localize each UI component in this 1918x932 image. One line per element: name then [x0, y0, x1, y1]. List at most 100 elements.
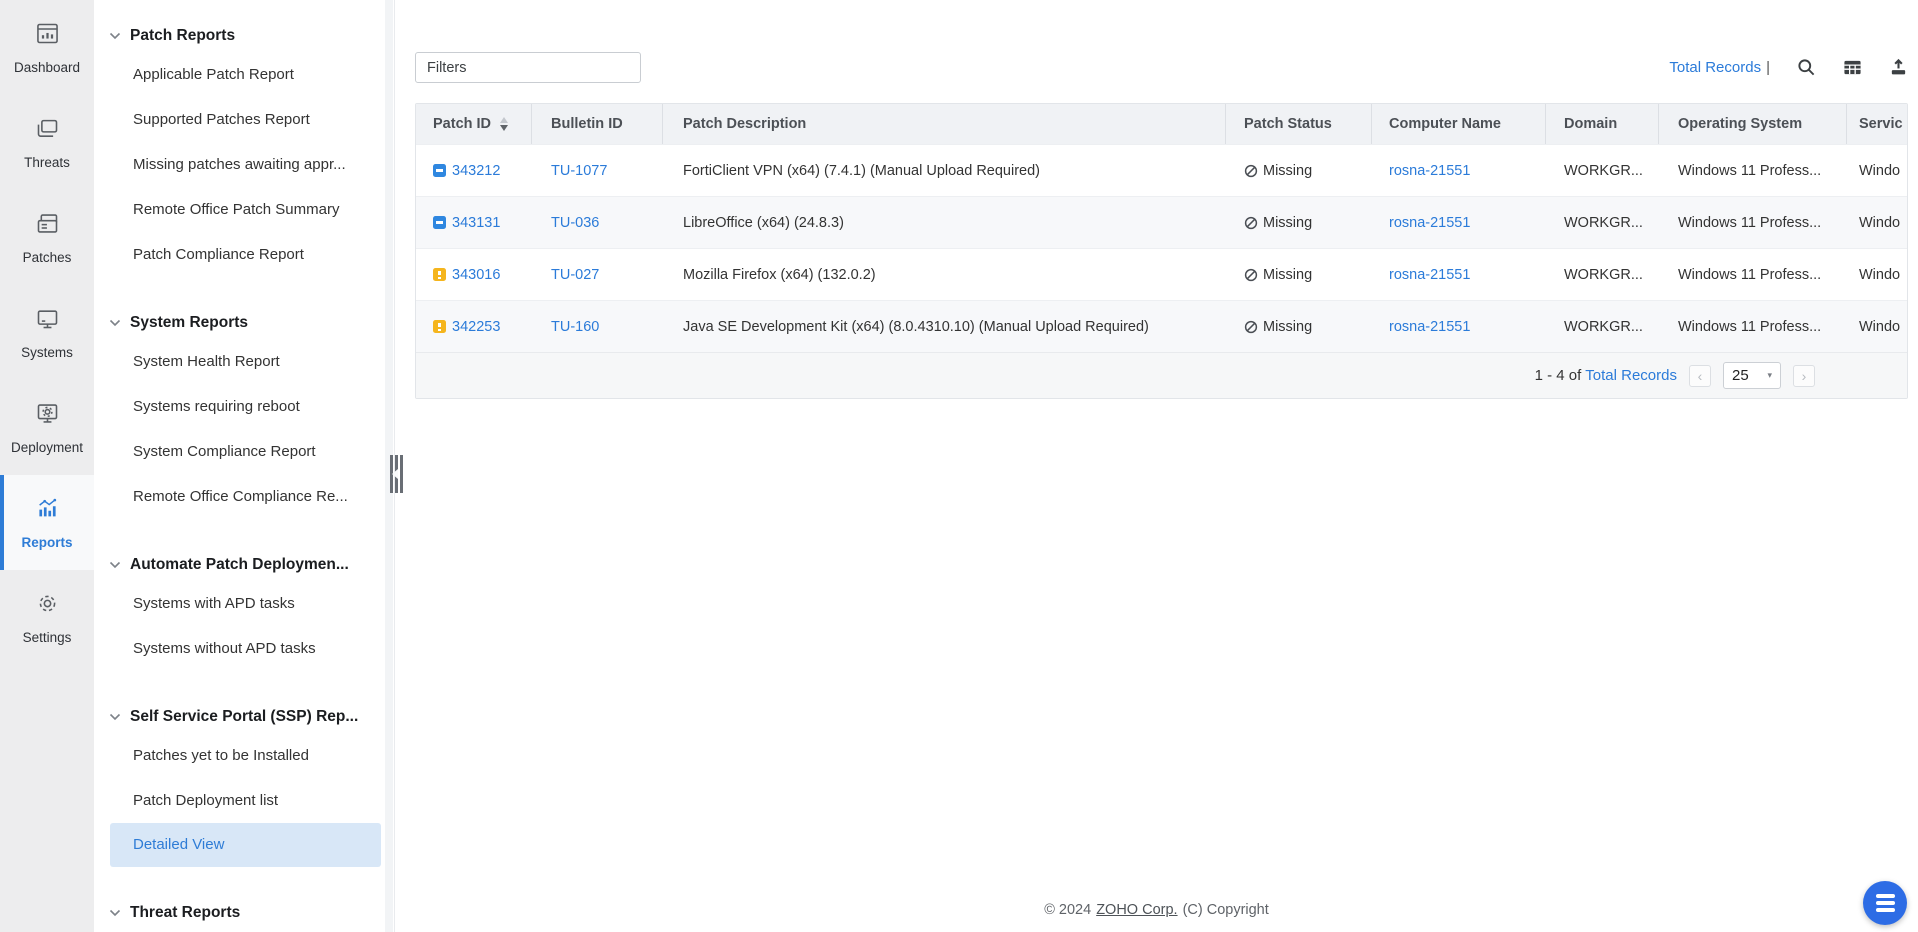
section-title: System Reports: [130, 314, 249, 331]
table-view-icon[interactable]: [1843, 58, 1862, 77]
patch-id-link[interactable]: 343131: [452, 215, 500, 231]
bulletin-id-link[interactable]: TU-160: [551, 319, 599, 335]
rail-item-deployment[interactable]: Deployment: [0, 380, 94, 475]
reports-icon: [34, 495, 61, 527]
operating-system: Windows 11 Profess...: [1678, 266, 1822, 283]
patch-status: Missing: [1263, 266, 1313, 283]
search-icon[interactable]: [1797, 58, 1816, 77]
chevron-down-icon: [109, 708, 121, 726]
rail-item-reports[interactable]: Reports: [0, 475, 94, 570]
service-pack: Windo: [1859, 214, 1901, 231]
rail-item-threats[interactable]: Threats: [0, 95, 94, 190]
export-icon[interactable]: [1889, 58, 1908, 77]
caret-down-icon: ▾: [1767, 370, 1772, 380]
column-header-computer-name[interactable]: Computer Name: [1372, 104, 1546, 144]
column-header-domain[interactable]: Domain: [1546, 104, 1659, 144]
floating-menu-button[interactable]: [1863, 881, 1907, 925]
section-header-ssp-reports[interactable]: Self Service Portal (SSP) Rep...: [94, 701, 394, 733]
sidebar-item-remote-office-patch-summary[interactable]: Remote Office Patch Summary: [94, 187, 394, 232]
computer-name-link[interactable]: rosna-21551: [1389, 163, 1470, 179]
rail-item-label: Dashboard: [13, 60, 81, 75]
sidebar-item-patch-compliance-report[interactable]: Patch Compliance Report: [94, 232, 394, 277]
page-size-value: 25: [1732, 367, 1749, 384]
patch-description: LibreOffice (x64) (24.8.3): [683, 214, 844, 231]
column-header-bulletin-id[interactable]: Bulletin ID: [532, 104, 663, 144]
total-records-count-link[interactable]: Total Records: [1585, 367, 1677, 384]
severity-moderate-icon: [433, 216, 446, 229]
sort-icon[interactable]: [500, 116, 509, 132]
domain: WORKGR...: [1564, 162, 1643, 179]
filters-input[interactable]: [415, 52, 641, 83]
missing-icon: [1244, 164, 1258, 178]
sidebar-resize-handle[interactable]: [390, 455, 404, 493]
reports-sidebar: Patch Reports Applicable Patch Report Su…: [94, 0, 395, 932]
section-header-threat-reports[interactable]: Threat Reports: [94, 897, 394, 929]
service-pack: Windo: [1859, 318, 1901, 335]
sidebar-item-systems-requiring-reboot[interactable]: Systems requiring reboot: [94, 384, 394, 429]
chevron-down-icon: [109, 556, 121, 574]
deployment-icon: [34, 400, 61, 432]
section-threat-reports: Threat Reports Security Configurations R…: [94, 897, 394, 932]
section-header-system-reports[interactable]: System Reports: [94, 307, 394, 339]
sidebar-item-systems-with-apd-tasks[interactable]: Systems with APD tasks: [94, 581, 394, 626]
rail-item-systems[interactable]: Systems: [0, 285, 94, 380]
bulletin-id-link[interactable]: TU-027: [551, 267, 599, 283]
sidebar-item-systems-without-apd-tasks[interactable]: Systems without APD tasks: [94, 626, 394, 671]
sidebar-item-missing-patches-awaiting-approval[interactable]: Missing patches awaiting appr...: [94, 142, 394, 187]
patch-status: Missing: [1263, 162, 1313, 179]
sidebar-item-remote-office-compliance-report[interactable]: Remote Office Compliance Re...: [94, 474, 394, 519]
rail-item-label: Deployment: [10, 440, 84, 455]
section-header-patch-reports[interactable]: Patch Reports: [94, 20, 394, 52]
patch-description: Mozilla Firefox (x64) (132.0.2): [683, 266, 876, 283]
patch-id-link[interactable]: 343212: [452, 163, 500, 179]
settings-icon: [34, 590, 61, 622]
rail-item-settings[interactable]: Settings: [0, 570, 94, 665]
computer-name-link[interactable]: rosna-21551: [1389, 319, 1470, 335]
column-header-patch-id[interactable]: Patch ID: [416, 104, 532, 144]
table-row[interactable]: 343212 TU-1077 FortiClient VPN (x64) (7.…: [416, 144, 1907, 196]
total-records-toggle[interactable]: Total Records |: [1669, 59, 1770, 76]
prev-page-button[interactable]: ‹: [1689, 364, 1711, 387]
computer-name-link[interactable]: rosna-21551: [1389, 215, 1470, 231]
section-title: Threat Reports: [130, 904, 241, 921]
column-header-operating-system[interactable]: Operating System: [1659, 104, 1847, 144]
sidebar-item-patch-deployment-list[interactable]: Patch Deployment list: [94, 778, 394, 823]
rail-item-patches[interactable]: Patches: [0, 190, 94, 285]
table-row[interactable]: 343016 TU-027 Mozilla Firefox (x64) (132…: [416, 248, 1907, 300]
sidebar-item-system-health-report[interactable]: System Health Report: [94, 339, 394, 384]
patch-id-link[interactable]: 342253: [452, 319, 500, 335]
column-header-patch-description[interactable]: Patch Description: [663, 104, 1226, 144]
chevron-down-icon: [109, 27, 121, 45]
sidebar-item-supported-patches-report[interactable]: Supported Patches Report: [94, 97, 394, 142]
total-records-link[interactable]: Total Records: [1669, 59, 1761, 76]
sidebar-item-applicable-patch-report[interactable]: Applicable Patch Report: [94, 52, 394, 97]
rail-item-label: Reports: [21, 535, 73, 550]
severity-important-icon: [433, 268, 446, 281]
section-header-apd-reports[interactable]: Automate Patch Deploymen...: [94, 549, 394, 581]
column-header-service-pack[interactable]: Servic: [1847, 104, 1907, 144]
rail-item-label: Settings: [22, 630, 72, 645]
page-size-select[interactable]: 25 ▾: [1723, 362, 1781, 389]
table-row[interactable]: 343131 TU-036 LibreOffice (x64) (24.8.3)…: [416, 196, 1907, 248]
zoho-corp-link[interactable]: ZOHO Corp.: [1096, 902, 1177, 918]
sidebar-item-detailed-view[interactable]: Detailed View: [110, 823, 381, 867]
patch-id-link[interactable]: 343016: [452, 267, 500, 283]
rail-item-dashboard[interactable]: Dashboard: [0, 0, 94, 95]
domain: WORKGR...: [1564, 266, 1643, 283]
section-system-reports: System Reports System Health Report Syst…: [94, 307, 394, 519]
sidebar-item-system-compliance-report[interactable]: System Compliance Report: [94, 429, 394, 474]
patch-description: Java SE Development Kit (x64) (8.0.4310.…: [683, 318, 1149, 335]
table-row[interactable]: 342253 TU-160 Java SE Development Kit (x…: [416, 300, 1907, 352]
bulletin-id-link[interactable]: TU-1077: [551, 163, 607, 179]
sidebar-item-patches-yet-to-be-installed[interactable]: Patches yet to be Installed: [94, 733, 394, 778]
section-title: Patch Reports: [130, 27, 236, 44]
bulletin-id-link[interactable]: TU-036: [551, 215, 599, 231]
threats-icon: [34, 115, 61, 147]
service-pack: Windo: [1859, 162, 1901, 179]
collapse-left-icon: [392, 469, 398, 479]
computer-name-link[interactable]: rosna-21551: [1389, 267, 1470, 283]
next-page-button[interactable]: ›: [1793, 364, 1815, 387]
column-header-patch-status[interactable]: Patch Status: [1226, 104, 1372, 144]
pagination-range: 1 - 4 of Total Records: [1534, 367, 1677, 384]
dashboard-icon: [34, 20, 61, 52]
